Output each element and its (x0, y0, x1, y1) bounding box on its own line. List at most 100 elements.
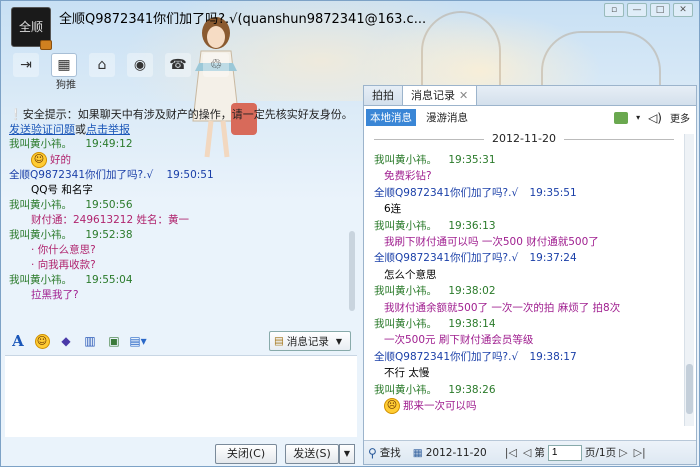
more-label[interactable]: 更多 (670, 110, 690, 125)
record-text: 不行 太慢 (384, 367, 430, 380)
message-header: 我叫黄小祎。 19:50:56 (9, 198, 353, 213)
message-time: 19:38:02 (448, 285, 496, 298)
screenshot-icon[interactable]: ▤▾ (129, 332, 147, 350)
page-input[interactable] (547, 444, 582, 461)
image-icon[interactable]: ▣ (105, 332, 123, 350)
chat-scrollbar[interactable] (349, 231, 355, 311)
message-body: 那来一次可以吗 (403, 400, 477, 413)
subtab-roaming[interactable]: 漫游消息 (422, 109, 472, 126)
window-controls: ▫ — □ ✕ (604, 3, 693, 17)
sender-name: 我叫黄小祎。 (374, 383, 437, 396)
record-header: 全顺Q9872341你们加了吗?.√ 19:35:51 (374, 185, 684, 201)
message-input[interactable] (5, 355, 357, 437)
prev-page-button[interactable]: ◁ (523, 446, 531, 459)
message-time: 19:35:31 (448, 154, 496, 166)
last-page-button[interactable]: ▷| (634, 446, 646, 459)
record-scrollbar[interactable] (684, 134, 694, 426)
report-link[interactable]: 点击举报 (86, 123, 130, 136)
search-icon[interactable]: ⚲ (368, 446, 377, 460)
record-list: 我叫黄小祎。 19:35:31 免费彩钻? 全顺Q9872341你们加了吗?.√… (374, 152, 684, 428)
send-button[interactable]: 发送(S) (285, 444, 339, 464)
message-body: 你什么意思? (37, 244, 96, 256)
message-header: 我叫黄小祎。 19:52:38 (9, 228, 353, 243)
voice-call-icon[interactable]: ☎ (165, 53, 191, 77)
search-label[interactable]: 查找 (380, 445, 401, 460)
avatar-text: 全顺 (18, 20, 43, 34)
message-body: 向我再收款? (37, 259, 96, 271)
chat-history: ❕安全提示：如果聊天中有涉及财产的操作，请一定先核实好友身份。 发送验证问题或点… (9, 107, 353, 319)
date-separator: 2012-11-20 (374, 132, 674, 146)
magic-emoji-icon[interactable]: ◆ (57, 332, 75, 350)
message-record-label: 消息记录 (286, 335, 329, 348)
close-button[interactable]: 关闭(C) (215, 444, 277, 464)
calendar-icon[interactable]: ▦ (413, 447, 423, 459)
record-text: 6连 (384, 203, 402, 216)
message-text: · 你什么意思? (31, 244, 96, 256)
sender-name: 我叫黄小祎。 (9, 229, 72, 241)
tab-label: 拍拍 (372, 89, 394, 102)
message-time: 19:38:14 (448, 318, 496, 331)
message-time: 19:37:24 (529, 252, 577, 265)
info-icon: ❕ (9, 108, 23, 121)
record-text: 一次500元 刷下财付通会员等级 (384, 334, 534, 347)
sender-name: 全顺Q9872341你们加了吗?.√ (374, 252, 519, 265)
font-icon[interactable]: A (9, 332, 27, 350)
message-record-button[interactable]: ▤ 消息记录 ▼ (269, 331, 351, 351)
app-icon[interactable]: ⌂ (89, 53, 115, 77)
record-header: 我叫黄小祎。 19:38:26 (374, 382, 684, 398)
shop-icon[interactable]: ▦ (51, 53, 77, 77)
safety-or: 或 (75, 123, 86, 136)
message-time: 19:36:13 (448, 219, 496, 232)
speaker-icon[interactable]: ◁) (648, 111, 662, 125)
panel-tabs: 拍拍 消息记录 ✕ (364, 86, 696, 106)
video-call-icon[interactable]: ◉ (127, 53, 153, 77)
toolbar-label: 狗推 (56, 80, 76, 91)
chat-toolbar: ⇥ ▦ ⌂ ◉ ☎ ♲ (13, 53, 229, 77)
tab-message-record[interactable]: 消息记录 ✕ (402, 86, 478, 105)
message-time: 19:38:26 (448, 383, 496, 396)
maximize-button[interactable]: □ (650, 3, 670, 17)
window-title: 全顺Q9872341你们加了吗?.√(quanshun9872341@163.c… (59, 12, 427, 27)
chevron-down-icon: ▼ (335, 336, 343, 346)
safety-text: 安全提示：如果聊天中有涉及财产的操作，请一定先核实好友身份。 (22, 108, 353, 121)
sender-name: 我叫黄小祎。 (374, 154, 437, 166)
record-text: 免费彩钻? (384, 170, 432, 183)
send-options-button[interactable]: ▼ (339, 444, 355, 464)
page-suffix: 页/1页 (584, 447, 617, 459)
tab-paipai[interactable]: 拍拍 (364, 86, 402, 105)
close-window-button[interactable]: ✕ (673, 3, 693, 17)
tab-label: 消息记录 (411, 89, 455, 102)
footer-date[interactable]: 2012-11-20 (426, 447, 487, 459)
chat-window: 全顺 全顺Q9872341你们加了吗?.√(quanshun9872341@16… (0, 0, 700, 467)
sender-name: 我叫黄小祎。 (374, 318, 437, 331)
verify-link[interactable]: 发送验证问题 (9, 123, 75, 136)
message-time: 19:38:17 (529, 350, 577, 363)
record-header: 全顺Q9872341你们加了吗?.√ 19:37:24 (374, 250, 684, 266)
shake-icon[interactable]: ▥ (81, 332, 99, 350)
subtab-local[interactable]: 本地消息 (366, 108, 416, 126)
emoji-icon[interactable]: ☺ (33, 332, 51, 350)
message-text: QQ号 和名字 (31, 184, 93, 196)
message-time: 19:50:56 (85, 199, 133, 211)
avatar[interactable]: 全顺 (11, 7, 52, 50)
first-page-button[interactable]: |◁ (505, 446, 517, 459)
message-time: 19:35:51 (529, 186, 577, 199)
lock-icon (40, 40, 52, 50)
sender-name: 我叫黄小祎。 (374, 219, 437, 232)
record-header: 全顺Q9872341你们加了吗?.√ 19:38:17 (374, 349, 684, 365)
record-text: 怎么个意思 (384, 268, 437, 281)
file-transfer-icon[interactable]: ⇥ (13, 53, 39, 77)
skin-button[interactable]: ▫ (604, 3, 624, 17)
remote-assist-icon[interactable]: ♲ (203, 53, 229, 77)
record-text: 我刷下财付通可以吗 一次500 财付通就500了 (384, 236, 599, 249)
export-icon[interactable] (614, 111, 629, 124)
next-page-button[interactable]: ▷ (619, 446, 627, 459)
message-time: 19:49:12 (85, 138, 133, 150)
message-text: · 向我再收款? (31, 259, 96, 271)
scroll-thumb[interactable] (686, 364, 693, 414)
smiley-emoji-icon: ☺ (31, 152, 47, 168)
message-time: 19:55:04 (85, 274, 133, 286)
minimize-button[interactable]: — (627, 3, 647, 17)
close-icon[interactable]: ✕ (459, 89, 468, 102)
message-text: ☺ 好的 (9, 152, 353, 168)
